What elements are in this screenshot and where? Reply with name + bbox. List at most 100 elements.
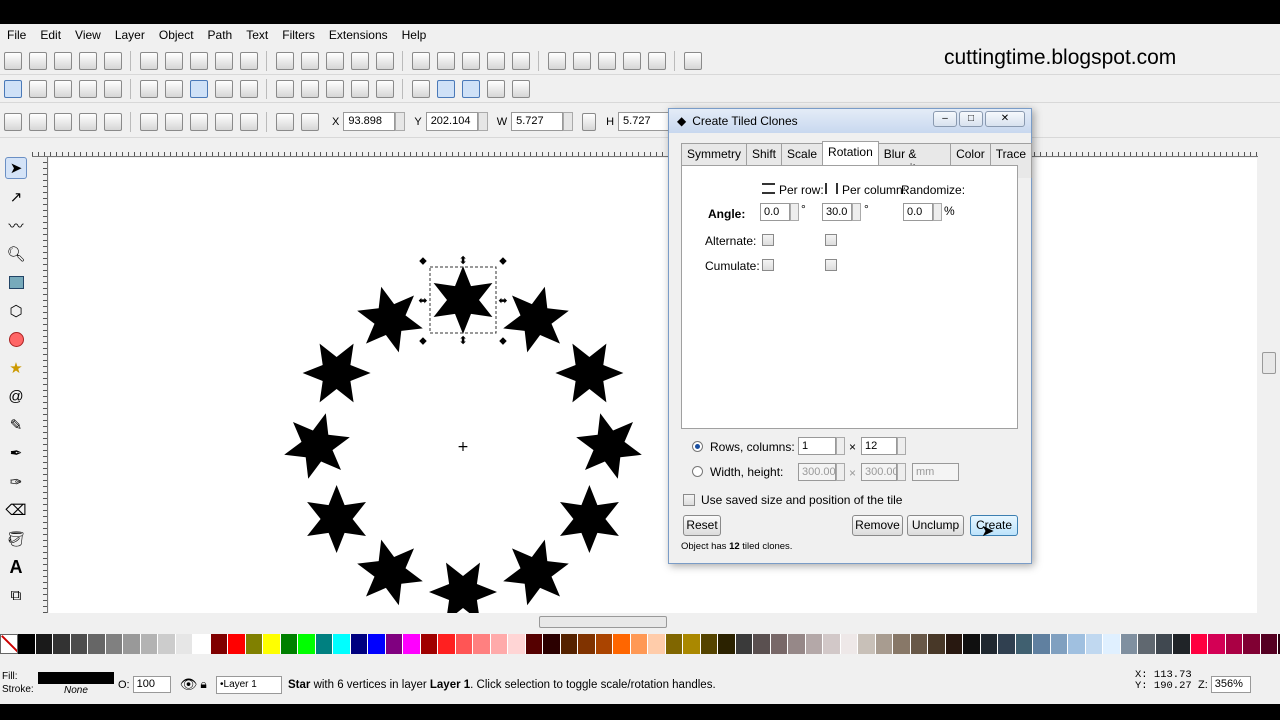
- color-swatch[interactable]: [770, 634, 788, 654]
- color-swatch[interactable]: [263, 634, 281, 654]
- color-swatch[interactable]: [158, 634, 176, 654]
- color-swatch[interactable]: [648, 634, 666, 654]
- snap-button-icon[interactable]: [461, 79, 480, 98]
- horizontal-scrollbar[interactable]: [49, 613, 1257, 631]
- snap-button-icon[interactable]: [436, 79, 455, 98]
- opacity-field[interactable]: 100: [132, 676, 171, 693]
- snap-button-icon[interactable]: [350, 79, 369, 98]
- command-button-icon[interactable]: [572, 51, 591, 70]
- scale-handle-icon[interactable]: ⬌: [418, 294, 427, 307]
- command-button-icon[interactable]: [164, 51, 183, 70]
- color-swatch[interactable]: [280, 634, 298, 654]
- color-swatch[interactable]: [1050, 634, 1068, 654]
- align-button-icon[interactable]: [275, 112, 294, 131]
- snap-button-icon[interactable]: [103, 79, 122, 98]
- color-swatch[interactable]: [1190, 634, 1208, 654]
- menu-help[interactable]: Help: [395, 24, 434, 47]
- snap-button-icon[interactable]: [275, 79, 294, 98]
- command-button-icon[interactable]: [139, 51, 158, 70]
- zoom-tool-icon[interactable]: 🔍︎: [5, 243, 27, 265]
- snap-button-icon[interactable]: [325, 79, 344, 98]
- color-swatch[interactable]: [595, 634, 613, 654]
- zoom-field[interactable]: 356%: [1210, 676, 1251, 693]
- maximize-icon[interactable]: □: [959, 111, 983, 127]
- unclump-button[interactable]: Unclump: [907, 515, 964, 536]
- color-swatch[interactable]: [18, 634, 36, 654]
- color-swatch[interactable]: [210, 634, 228, 654]
- color-swatch[interactable]: [1225, 634, 1243, 654]
- h-field[interactable]: 5.727: [618, 112, 671, 131]
- lock-icon[interactable]: 🔒︎: [200, 677, 206, 692]
- command-button-icon[interactable]: [28, 51, 47, 70]
- color-swatch[interactable]: [718, 634, 736, 654]
- color-swatch[interactable]: [508, 634, 526, 654]
- tweak-tool-icon[interactable]: 〰: [5, 214, 27, 236]
- reset-button[interactable]: Reset: [683, 515, 721, 536]
- color-swatch[interactable]: [560, 634, 578, 654]
- paint-bucket-tool-icon[interactable]: 🪣︎: [5, 528, 27, 550]
- snap-button-icon[interactable]: [164, 79, 183, 98]
- snap-button-icon[interactable]: [139, 79, 158, 98]
- color-swatch[interactable]: [420, 634, 438, 654]
- use-saved-size-checkbox[interactable]: [683, 494, 695, 506]
- menu-edit[interactable]: Edit: [33, 24, 68, 47]
- snap-button-icon[interactable]: [53, 79, 72, 98]
- color-swatch[interactable]: [35, 634, 53, 654]
- color-swatch[interactable]: [543, 634, 561, 654]
- command-button-icon[interactable]: [189, 51, 208, 70]
- color-swatch[interactable]: [963, 634, 981, 654]
- snap-button-icon[interactable]: [486, 79, 505, 98]
- remove-button[interactable]: Remove: [852, 515, 903, 536]
- align-button-icon[interactable]: [139, 112, 158, 131]
- command-button-icon[interactable]: [103, 51, 122, 70]
- menu-extensions[interactable]: Extensions: [322, 24, 395, 47]
- columns-field[interactable]: 12: [861, 437, 897, 455]
- snap-button-icon[interactable]: [511, 79, 530, 98]
- minimize-icon[interactable]: –: [933, 111, 957, 127]
- color-swatch[interactable]: [578, 634, 596, 654]
- selector-tool-icon[interactable]: ➤: [5, 157, 27, 179]
- calligraphy-tool-icon[interactable]: ✑: [5, 471, 27, 493]
- menu-filters[interactable]: Filters: [275, 24, 322, 47]
- command-button-icon[interactable]: [436, 51, 455, 70]
- command-button-icon[interactable]: [325, 51, 344, 70]
- color-swatch[interactable]: [735, 634, 753, 654]
- align-button-icon[interactable]: [214, 112, 233, 131]
- rows-columns-radio[interactable]: [692, 441, 703, 452]
- command-button-icon[interactable]: [375, 51, 394, 70]
- color-swatch[interactable]: [1243, 634, 1261, 654]
- color-swatch[interactable]: [1120, 634, 1138, 654]
- color-swatch[interactable]: [298, 634, 316, 654]
- align-button-icon[interactable]: [189, 112, 208, 131]
- y-field[interactable]: 202.104: [425, 112, 478, 131]
- w-field[interactable]: 5.727: [511, 112, 564, 131]
- lock-icon[interactable]: [582, 112, 597, 131]
- scale-handle-icon[interactable]: ⬥: [419, 334, 427, 347]
- fill-indicator[interactable]: [38, 672, 114, 684]
- color-swatch[interactable]: [175, 634, 193, 654]
- y-spinner[interactable]: [477, 112, 488, 131]
- command-button-icon[interactable]: [683, 51, 702, 70]
- color-swatch[interactable]: [1085, 634, 1103, 654]
- snap-button-icon[interactable]: [239, 79, 258, 98]
- vertical-scroll-thumb[interactable]: [1262, 352, 1276, 374]
- color-swatch[interactable]: [350, 634, 368, 654]
- height-spinner[interactable]: [897, 463, 906, 481]
- align-button-icon[interactable]: [53, 112, 72, 131]
- command-button-icon[interactable]: [300, 51, 319, 70]
- menu-object[interactable]: Object: [152, 24, 201, 47]
- color-swatch[interactable]: [228, 634, 246, 654]
- menu-file[interactable]: File: [0, 24, 33, 47]
- snap-button-icon[interactable]: [375, 79, 394, 98]
- angle-randomize-field[interactable]: 0.0: [903, 203, 933, 221]
- eye-icon[interactable]: 👁︎: [180, 676, 198, 693]
- pencil-tool-icon[interactable]: ✎: [5, 414, 27, 436]
- rectangle-tool-icon[interactable]: [5, 271, 27, 293]
- snap-button-icon[interactable]: [411, 79, 430, 98]
- color-swatch[interactable]: [53, 634, 71, 654]
- star-clone[interactable]: [357, 539, 423, 606]
- command-button-icon[interactable]: [239, 51, 258, 70]
- color-swatch[interactable]: [193, 634, 211, 654]
- color-swatch[interactable]: [70, 634, 88, 654]
- snap-button-icon[interactable]: [28, 79, 47, 98]
